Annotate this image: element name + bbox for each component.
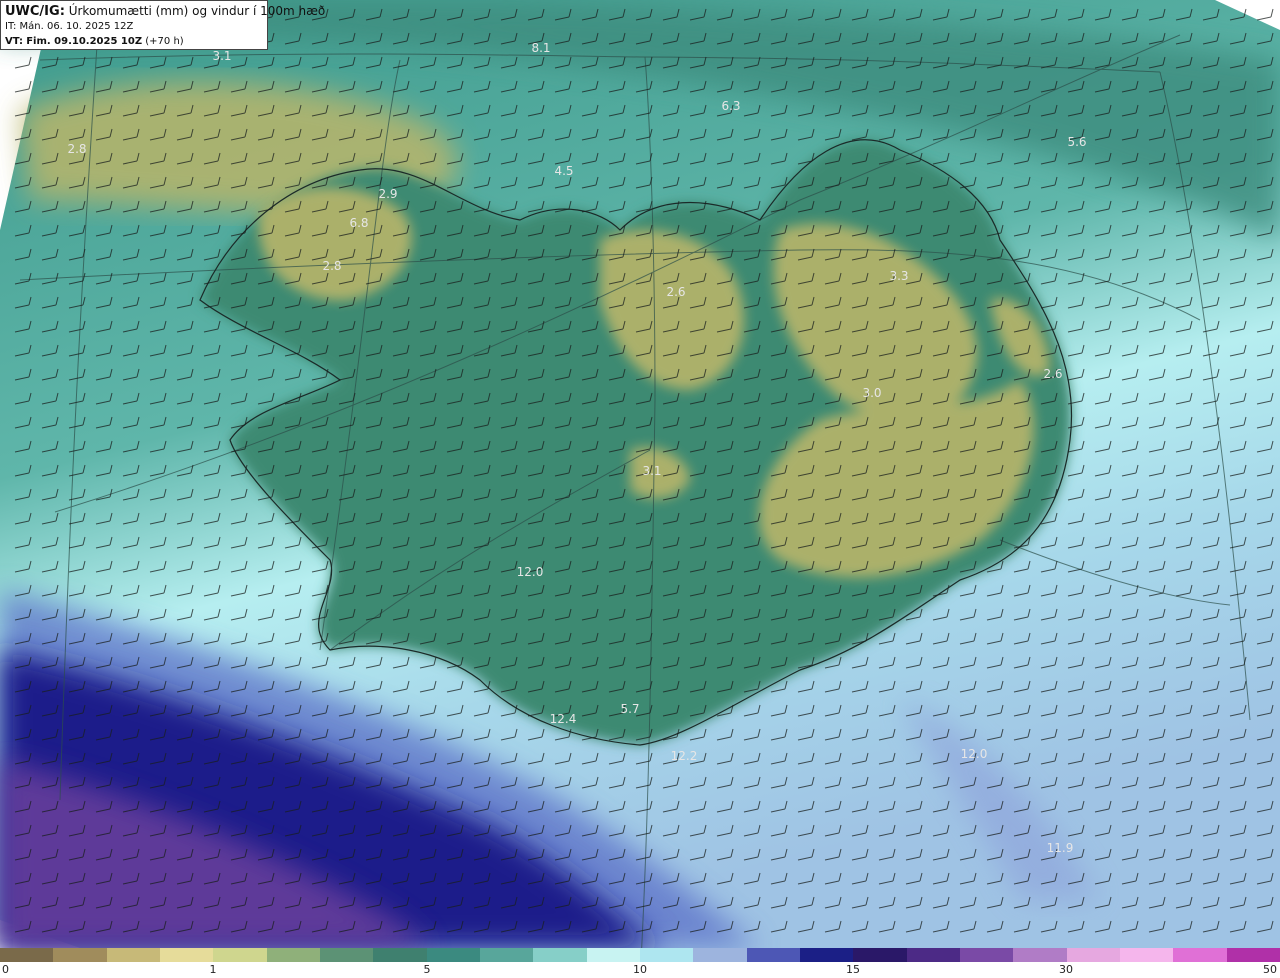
valid-line: VT: Fim. 09.10.2025 10Z (+70 h) [5, 34, 263, 49]
colorbar-segment [53, 948, 107, 962]
colorbar-segment [1066, 948, 1120, 962]
colorbar-segment [266, 948, 320, 962]
precip-value-label: 5.7 [620, 702, 639, 716]
colorbar-segment [213, 948, 267, 962]
valid-prefix: VT: [5, 36, 24, 47]
colorbar-segment [479, 948, 534, 962]
precip-value-label: 3.3 [889, 269, 908, 283]
precip-value-label: 2.8 [67, 142, 86, 156]
precip-value-label: 12.4 [550, 712, 577, 726]
map-title: Úrkomumætti (mm) og vindur í 100m hæð [68, 4, 326, 18]
valid-time: Fim. 09.10.2025 10Z [26, 36, 143, 47]
precip-value-label: 3.0 [862, 386, 881, 400]
precip-value-label: 4.5 [554, 164, 573, 178]
precip-value-label: 12.0 [517, 565, 544, 579]
title-line: UWC/IG: Úrkomumætti (mm) og vindur í 100… [5, 4, 325, 19]
colorbar-tick-label: 5 [423, 963, 431, 976]
colorbar-segment [1119, 948, 1174, 962]
colorbar-segment [533, 948, 587, 962]
colorbar-tick-label: 10 [633, 963, 647, 976]
precip-value-label: 12.2 [671, 749, 698, 763]
precip-value-label: 6.8 [349, 216, 368, 230]
colorbar-segment [1226, 948, 1280, 962]
model-name: UWC/IG: [5, 4, 65, 19]
colorbar-segment [373, 948, 427, 962]
colorbar-segment [906, 948, 960, 962]
colorbar-tick-label: 15 [846, 963, 860, 976]
colorbar-segment [426, 948, 480, 962]
colorbar-segment [959, 948, 1014, 962]
colorbar-segment [799, 948, 854, 962]
colorbar-segment [159, 948, 214, 962]
colorbar [0, 948, 1280, 962]
colorbar-segment [1173, 948, 1227, 962]
precip-value-label: 3.1 [212, 49, 231, 63]
colorbar-segment [693, 948, 747, 962]
precip-value-label: 12.0 [961, 747, 988, 761]
colorbar-tick-label: 50 [1263, 963, 1277, 976]
colorbar-segment [106, 948, 160, 962]
precip-value-label: 11.9 [1047, 841, 1074, 855]
colorbar-segment [0, 948, 54, 962]
precip-value-label: 2.8 [322, 259, 341, 273]
forecast-map: 3.1 8.1 6.3 5.6 2.8 4.5 2.9 6.8 2.8 2.6 3.3 3.0 2.6 3… [0, 0, 1280, 948]
colorbar-tick-label: 0 [2, 963, 9, 976]
lead-time: (+70 h) [145, 36, 184, 47]
colorbar-segment [319, 948, 374, 962]
colorbar-tick-label: 30 [1059, 963, 1073, 976]
init-time: IT: Mán. 06. 10. 2025 12Z [5, 21, 134, 32]
precip-value-label: 3.1 [642, 464, 661, 478]
precip-value-label: 8.1 [531, 41, 550, 55]
colorbar-segment [639, 948, 694, 962]
precip-value-label: 2.6 [666, 285, 685, 299]
colorbar-legend: 0 1 5 10 15 30 50 [0, 948, 1280, 978]
precip-value-label: 5.6 [1067, 135, 1086, 149]
colorbar-segment [586, 948, 640, 962]
colorbar-segment [746, 948, 800, 962]
precip-value-label: 2.6 [1043, 367, 1062, 381]
colorbar-segment [853, 948, 907, 962]
colorbar-segment [1013, 948, 1067, 962]
precip-value-label: 2.9 [378, 187, 397, 201]
precip-value-label: 6.3 [721, 99, 740, 113]
colorbar-tick-label: 1 [209, 963, 217, 976]
info-box: UWC/IG: Úrkomumætti (mm) og vindur í 100… [0, 0, 325, 50]
